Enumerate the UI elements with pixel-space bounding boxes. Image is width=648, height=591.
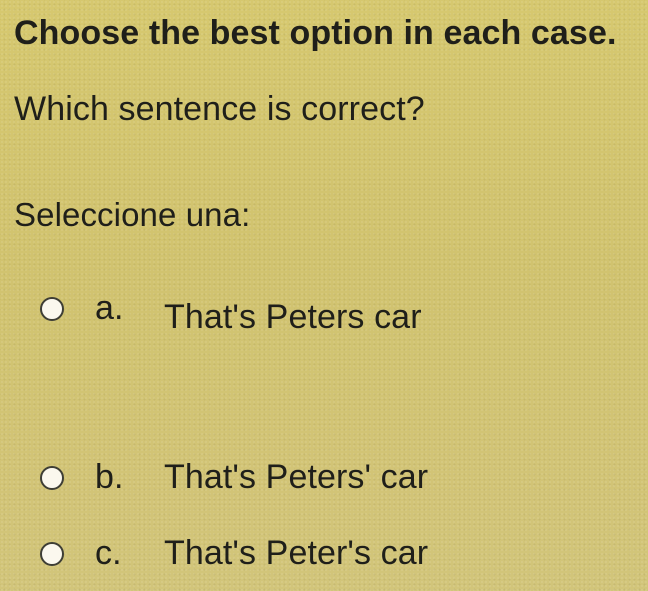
option-a-letter: a. [95,289,124,327]
select-label: Seleccione una: [14,196,251,233]
option-c-letter: c. [95,534,122,572]
option-b-letter: b. [95,458,124,496]
option-b[interactable]: b. That's Peters' car [0,458,648,500]
option-c[interactable]: c. That's Peter's car [0,534,648,576]
radio-button-a[interactable] [40,297,64,321]
option-a[interactable]: a. That's Peters car [0,289,648,336]
radio-button-c[interactable] [40,542,64,566]
radio-button-b[interactable] [40,466,64,490]
option-b-label[interactable]: That's Peters' car [164,458,428,497]
instruction-text: Choose the best option in each case. [14,14,617,52]
option-c-label[interactable]: That's Peter's car [164,534,428,573]
question-text: Which sentence is correct? [14,90,425,128]
option-a-label[interactable]: That's Peters car [164,298,422,337]
